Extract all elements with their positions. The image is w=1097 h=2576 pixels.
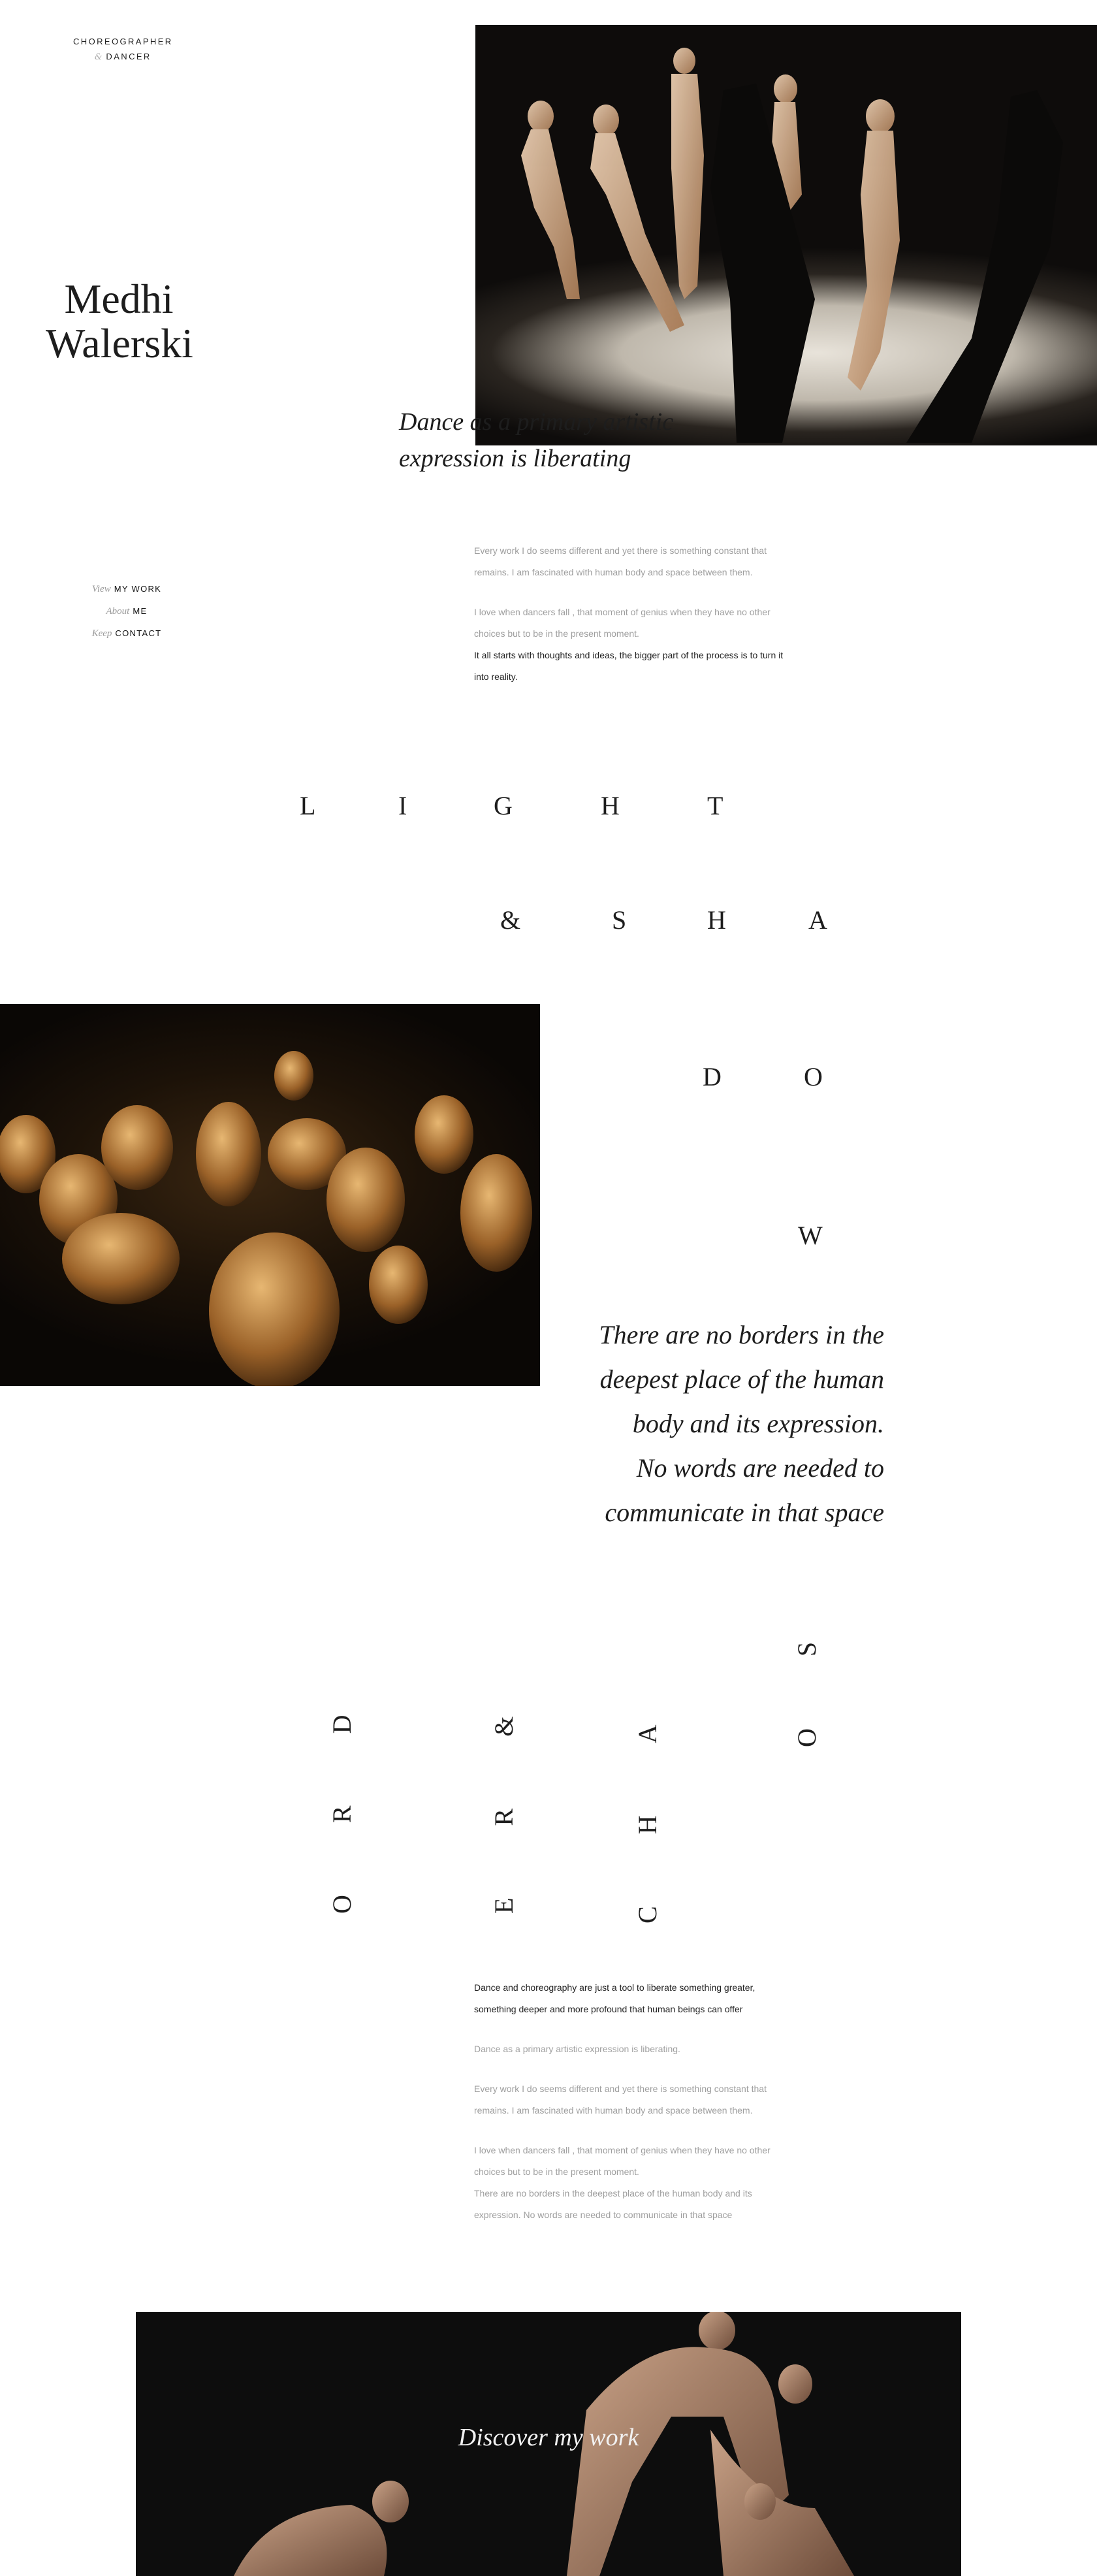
light-shadow-letter: S <box>612 905 627 935</box>
body-line: I love when dancers fall , that moment o… <box>474 2145 771 2155</box>
nav-label[interactable]: CONTACT <box>115 628 161 638</box>
artist-name: Medhi Walerski <box>46 276 193 366</box>
light-shadow-letter: A <box>808 905 827 935</box>
nav-item-contact[interactable]: Keep CONTACT <box>74 622 179 645</box>
discover-my-work-link[interactable]: Discover my work <box>0 2423 1097 2452</box>
light-shadow-letter: W <box>798 1221 823 1250</box>
intro-line: It all starts with thoughts and ideas, t… <box>474 650 784 660</box>
hero-dancers-illustration <box>521 48 1063 443</box>
light-shadow-letter: O <box>804 1062 823 1091</box>
intro-line: into reality. <box>474 671 518 682</box>
body-line: Every work I do seems different and yet … <box>474 2084 767 2094</box>
nav-prefix: About <box>106 606 130 617</box>
ensemble-dancers-illustration <box>0 1051 532 1386</box>
body-line: choices but to be in the present moment. <box>474 2166 639 2177</box>
intro-line: Every work I do seems different and yet … <box>474 545 767 556</box>
intro-line: remains. I am fascinated with human body… <box>474 567 753 577</box>
nav-prefix: View <box>91 584 111 594</box>
hero-dancers-photo <box>475 25 1097 445</box>
ensemble-dancers-photo <box>0 1004 540 1386</box>
light-shadow-letter: T <box>707 791 723 820</box>
pull-quote: There are no borders in the deepest plac… <box>569 1313 884 1535</box>
order-chaos-column-2: ER& <box>489 1644 518 1914</box>
quote-line: deepest place of the human <box>599 1364 884 1394</box>
intro-line: I love when dancers fall , that moment o… <box>474 607 771 617</box>
body-text: Dance and choreography are just a tool t… <box>474 1977 827 2226</box>
hero-tagline-line-2: expression is liberating <box>399 445 631 472</box>
nav-label[interactable]: ME <box>133 606 147 616</box>
quote-line: body and its expression. <box>632 1409 884 1438</box>
artist-last-name: Walerski <box>46 320 193 366</box>
main-nav: View MY WORK About ME Keep CONTACT <box>74 578 179 645</box>
nav-label[interactable]: MY WORK <box>114 584 161 594</box>
body-line: something deeper and more profound that … <box>474 2004 743 2014</box>
order-chaos-column-1: ORD <box>327 1643 357 1914</box>
quote-line: No words are needed to <box>636 1453 884 1483</box>
body-line: expression. No words are needed to commu… <box>474 2210 733 2220</box>
body-line: There are no borders in the deepest plac… <box>474 2188 752 2198</box>
hero-tagline: Dance as a primary artistic expression i… <box>399 404 706 477</box>
light-shadow-letter: H <box>601 791 620 820</box>
artist-first-name: Medhi <box>64 276 174 322</box>
light-shadow-letter: H <box>707 905 726 935</box>
quote-line: communicate in that space <box>605 1498 884 1527</box>
order-chaos-column-3: CHA <box>633 1652 662 1924</box>
light-shadow-letter: D <box>703 1062 722 1091</box>
hero-tagline-line-1: Dance as a primary artistic <box>399 408 674 436</box>
nav-prefix: Keep <box>91 628 112 639</box>
light-shadow-letter: G <box>494 791 513 820</box>
brand-line-2: DANCER <box>106 52 151 61</box>
brand-line-1: CHOREOGRAPHER <box>73 37 173 46</box>
body-line: remains. I am fascinated with human body… <box>474 2105 753 2116</box>
nav-item-me[interactable]: About ME <box>74 600 179 622</box>
quote-line: There are no borders in the <box>599 1320 884 1349</box>
body-line: Dance and choreography are just a tool t… <box>474 1982 755 1993</box>
order-chaos-column-4: OS <box>792 1570 821 1747</box>
body-line: Dance as a primary artistic expression i… <box>474 2044 680 2054</box>
light-shadow-letter: I <box>398 791 407 820</box>
light-shadow-letter: L <box>300 791 316 820</box>
brand-logo[interactable]: CHOREOGRAPHER & DANCER <box>73 34 173 65</box>
nav-item-my-work[interactable]: View MY WORK <box>74 578 179 600</box>
light-shadow-letter: & <box>500 905 521 935</box>
intro-text: Every work I do seems different and yet … <box>474 540 827 688</box>
intro-line: choices but to be in the present moment. <box>474 628 639 639</box>
brand-amp: & <box>94 52 103 62</box>
